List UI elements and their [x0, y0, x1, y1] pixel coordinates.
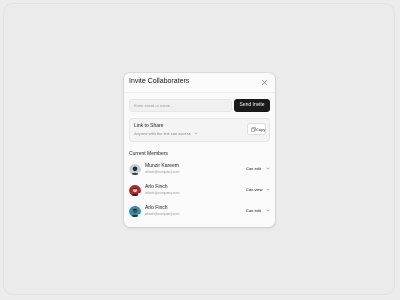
member-row: Arlo Finch afinch@company.com Can view: [129, 184, 270, 200]
invite-email-input[interactable]: [129, 99, 232, 112]
chevron-down-icon: [266, 188, 270, 191]
invite-dialog: Invite Collaboraters Send Invite Link to…: [124, 73, 275, 227]
member-role-dropdown[interactable]: Can edit: [246, 208, 261, 213]
members-heading: Current Members: [129, 151, 168, 157]
member-row: Munzir Kareem afinch@company.com Can edi…: [129, 163, 270, 179]
member-role-dropdown[interactable]: Can view: [246, 187, 262, 192]
chevron-down-icon: [266, 167, 270, 170]
dialog-title: Invite Collaboraters: [129, 78, 190, 85]
online-status-dot: [138, 193, 141, 196]
chevron-down-icon: [266, 209, 270, 212]
member-email: afinch@company.com: [145, 212, 180, 216]
chevron-down-icon: [194, 133, 198, 135]
member-email: afinch@company.com: [145, 191, 180, 195]
dialog-header: Invite Collaboraters: [124, 73, 275, 93]
member-email: afinch@company.com: [145, 170, 180, 174]
avatar: [129, 184, 141, 196]
send-invite-button[interactable]: Send Invite: [234, 99, 270, 112]
close-icon[interactable]: [260, 78, 269, 87]
member-role-dropdown[interactable]: Can edit: [246, 166, 261, 171]
member-name: Arlo Finch: [145, 184, 168, 190]
avatar: [129, 163, 141, 175]
member-name: Arlo Finch: [145, 205, 168, 211]
link-access-dropdown[interactable]: Anyone with the link can access: [134, 131, 198, 136]
online-status-dot: [138, 172, 141, 175]
copy-label: Copy: [256, 127, 266, 132]
share-link-title: Link to Share: [134, 123, 164, 129]
share-link-card: Link to Share Anyone with the link can a…: [129, 118, 270, 142]
copy-link-button[interactable]: Copy: [247, 123, 266, 135]
member-row: Arlo Finch afinch@company.com Can edit: [129, 205, 270, 221]
avatar: [129, 205, 141, 217]
member-name: Munzir Kareem: [145, 163, 179, 169]
link-access-label: Anyone with the link can access: [134, 131, 191, 136]
online-status-dot: [138, 214, 141, 217]
